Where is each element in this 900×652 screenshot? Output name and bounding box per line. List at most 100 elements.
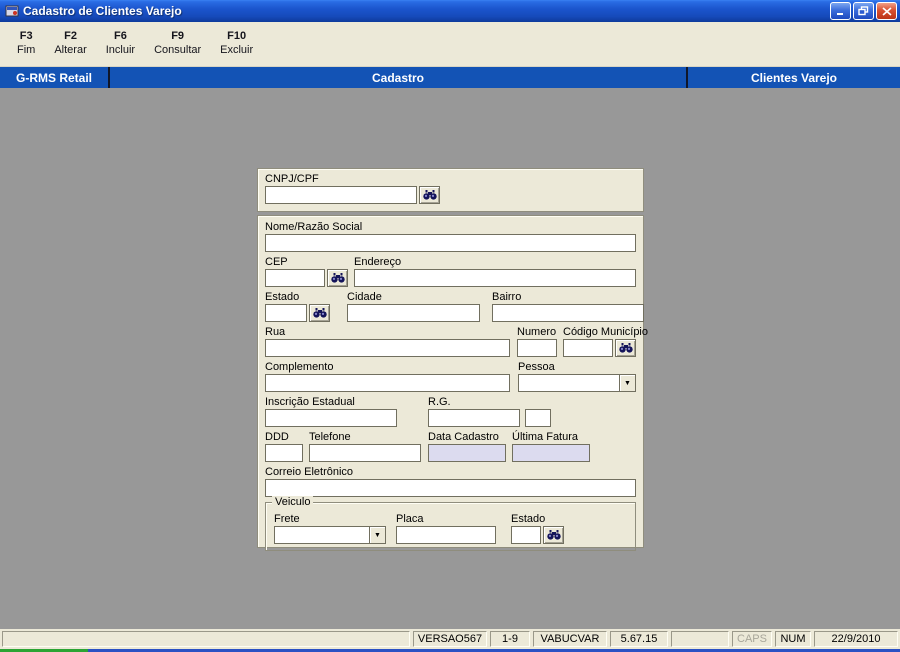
binoculars-icon (330, 273, 345, 283)
correio-input[interactable] (265, 479, 636, 497)
binoculars-icon (618, 343, 633, 353)
estado-label: Estado (265, 291, 300, 303)
header-product-name: G-RMS Retail (0, 67, 108, 88)
veiculo-legend: Veiculo (272, 496, 314, 508)
correio-label: Correio Eletrônico (265, 466, 354, 478)
pessoa-dropdown[interactable]: ▼ (518, 374, 636, 392)
rg-digit-input[interactable] (525, 409, 551, 427)
module-header: G-RMS Retail Cadastro Clientes Varejo (0, 67, 900, 88)
status-version-number: 5.67.15 (610, 631, 668, 647)
toolbar-button-consultar[interactable]: F9 Consultar (147, 28, 208, 58)
cep-input[interactable] (265, 269, 325, 287)
status-blank-cell (671, 631, 729, 647)
cnpj-input[interactable] (265, 186, 417, 204)
complemento-input[interactable] (265, 374, 510, 392)
header-module-name: Cadastro (110, 67, 686, 88)
close-button[interactable] (876, 2, 897, 20)
cnpj-label: CNPJ/CPF (265, 173, 319, 185)
nome-input[interactable] (265, 234, 636, 252)
pessoa-dropdown-value (519, 375, 619, 391)
titlebar: Cadastro de Clientes Varejo (0, 0, 900, 22)
data-cadastro-label: Data Cadastro (428, 431, 499, 443)
codigo-municipio-lookup-button[interactable] (615, 339, 636, 357)
minimize-button[interactable] (830, 2, 851, 20)
action-label: Fim (17, 44, 36, 56)
placa-label: Placa (396, 513, 424, 525)
estado-veiculo-lookup-button[interactable] (543, 526, 564, 544)
app-window: Cadastro de Clientes Varejo F3 Fim F2 Al… (0, 0, 900, 652)
fkey-label: F9 (171, 30, 185, 42)
restore-button[interactable] (853, 2, 874, 20)
status-user: VABUCVAR (533, 631, 607, 647)
ddd-input[interactable] (265, 444, 303, 462)
minimize-icon (836, 12, 843, 15)
toolbar-button-alterar[interactable]: F2 Alterar (47, 28, 93, 58)
fkey-label: F2 (64, 30, 77, 42)
fkey-label: F10 (227, 30, 247, 42)
fkey-label: F3 (19, 30, 33, 42)
telefone-input[interactable] (309, 444, 421, 462)
status-num-indicator: NUM (775, 631, 811, 647)
action-label: Alterar (54, 44, 87, 56)
workspace: CNPJ/CPF Nome/Razão Social CEP Endereço … (0, 88, 900, 629)
status-caps-indicator: CAPS (732, 631, 772, 647)
action-label: Excluir (220, 44, 254, 56)
status-record-indicator: 1-9 (490, 631, 530, 647)
bairro-label: Bairro (492, 291, 522, 303)
codigo-municipio-input[interactable] (563, 339, 613, 357)
estado-veiculo-label: Estado (511, 513, 546, 525)
app-icon[interactable] (4, 4, 19, 19)
rg-label: R.G. (428, 396, 451, 408)
ddd-label: DDD (265, 431, 289, 443)
estado-input[interactable] (265, 304, 307, 322)
function-key-toolbar: F3 Fim F2 Alterar F6 Incluir F9 Consulta… (0, 22, 900, 67)
fkey-label: F6 (113, 30, 127, 42)
frete-label: Frete (274, 513, 300, 525)
customer-data-panel: Nome/Razão Social CEP Endereço Estado Ci… (257, 215, 648, 551)
rua-label: Rua (265, 326, 286, 338)
close-icon (881, 6, 892, 16)
placa-input[interactable] (396, 526, 496, 544)
cnpj-panel: CNPJ/CPF (257, 168, 644, 212)
status-versao: VERSAO567 (413, 631, 487, 647)
toolbar-button-incluir[interactable]: F6 Incluir (99, 28, 142, 58)
estado-veiculo-input[interactable] (511, 526, 541, 544)
numero-input[interactable] (517, 339, 557, 357)
restore-icon (858, 6, 869, 16)
estado-lookup-button[interactable] (309, 304, 330, 322)
endereco-input[interactable] (354, 269, 636, 287)
binoculars-icon (312, 308, 327, 318)
cnpj-lookup-button[interactable] (419, 186, 440, 204)
telefone-label: Telefone (309, 431, 351, 443)
cidade-input[interactable] (347, 304, 480, 322)
frete-dropdown[interactable]: ▼ (274, 526, 386, 544)
veiculo-groupbox: Veiculo Frete ▼ Placa Estado (265, 496, 636, 551)
statusbar: VERSAO567 1-9 VABUCVAR 5.67.15 CAPS NUM … (0, 629, 900, 649)
rg-input[interactable] (428, 409, 520, 427)
header-screen-name: Clientes Varejo (688, 67, 900, 88)
status-date: 22/9/2010 (814, 631, 898, 647)
complemento-label: Complemento (265, 361, 334, 373)
toolbar-button-excluir[interactable]: F10 Excluir (213, 28, 260, 58)
ultima-fatura-label: Última Fatura (512, 431, 579, 443)
inscricao-estadual-label: Inscrição Estadual (265, 396, 355, 408)
binoculars-icon (546, 530, 561, 540)
binoculars-icon (422, 190, 437, 200)
bairro-input[interactable] (492, 304, 644, 322)
cidade-label: Cidade (347, 291, 382, 303)
cep-label: CEP (265, 256, 288, 268)
frete-dropdown-value (275, 527, 369, 543)
chevron-down-icon[interactable]: ▼ (369, 527, 385, 543)
window-title: Cadastro de Clientes Varejo (23, 4, 182, 18)
action-label: Consultar (154, 44, 202, 56)
inscricao-estadual-input[interactable] (265, 409, 397, 427)
rua-input[interactable] (265, 339, 510, 357)
chevron-down-icon[interactable]: ▼ (619, 375, 635, 391)
endereco-label: Endereço (354, 256, 402, 268)
action-label: Incluir (105, 44, 136, 56)
data-cadastro-input (428, 444, 506, 462)
status-message-area (2, 631, 410, 647)
toolbar-button-fim[interactable]: F3 Fim (10, 28, 42, 58)
ultima-fatura-input (512, 444, 590, 462)
cep-lookup-button[interactable] (327, 269, 348, 287)
